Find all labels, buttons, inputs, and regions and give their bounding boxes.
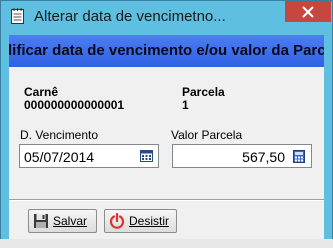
carne-value: 000000000000001 (24, 98, 125, 112)
notepad-icon (11, 8, 24, 24)
power-icon (109, 213, 125, 229)
title-bar[interactable]: Alterar data de vencimetno... (1, 1, 332, 35)
calculator-icon[interactable] (291, 148, 307, 164)
desistir-button[interactable]: Desistir (104, 209, 177, 233)
close-button[interactable] (285, 1, 331, 22)
parcela-value: 1 (182, 98, 189, 112)
banner-text: dificar data de vencimento e/ou valor da… (9, 42, 324, 59)
vencimento-value: 05/07/2014 (24, 149, 95, 165)
header-banner: dificar data de vencimento e/ou valor da… (9, 35, 324, 67)
close-icon (302, 5, 314, 18)
salvar-button[interactable]: Salvar (28, 209, 97, 233)
vencimento-label: D. Vencimento (20, 128, 99, 142)
desistir-label: Desistir (129, 214, 170, 228)
parcela-label: Parcela (182, 85, 225, 99)
valor-field[interactable]: 567,50 (172, 144, 312, 168)
valor-value: 567,50 (242, 149, 285, 165)
separator (9, 199, 324, 201)
vencimento-field[interactable]: 05/07/2014 (19, 144, 159, 168)
calendar-icon[interactable] (138, 148, 154, 164)
dialog-body: dificar data de vencimento e/ou valor da… (9, 35, 324, 239)
valor-label: Valor Parcela (171, 128, 243, 142)
window-title: Alterar data de vencimetno... (34, 8, 226, 25)
carne-label: Carnê (24, 85, 59, 99)
salvar-label: Salvar (53, 214, 88, 228)
save-icon (34, 214, 48, 228)
dialog-window: Alterar data de vencimetno... dificar da… (0, 0, 333, 248)
background-strip (0, 239, 333, 248)
